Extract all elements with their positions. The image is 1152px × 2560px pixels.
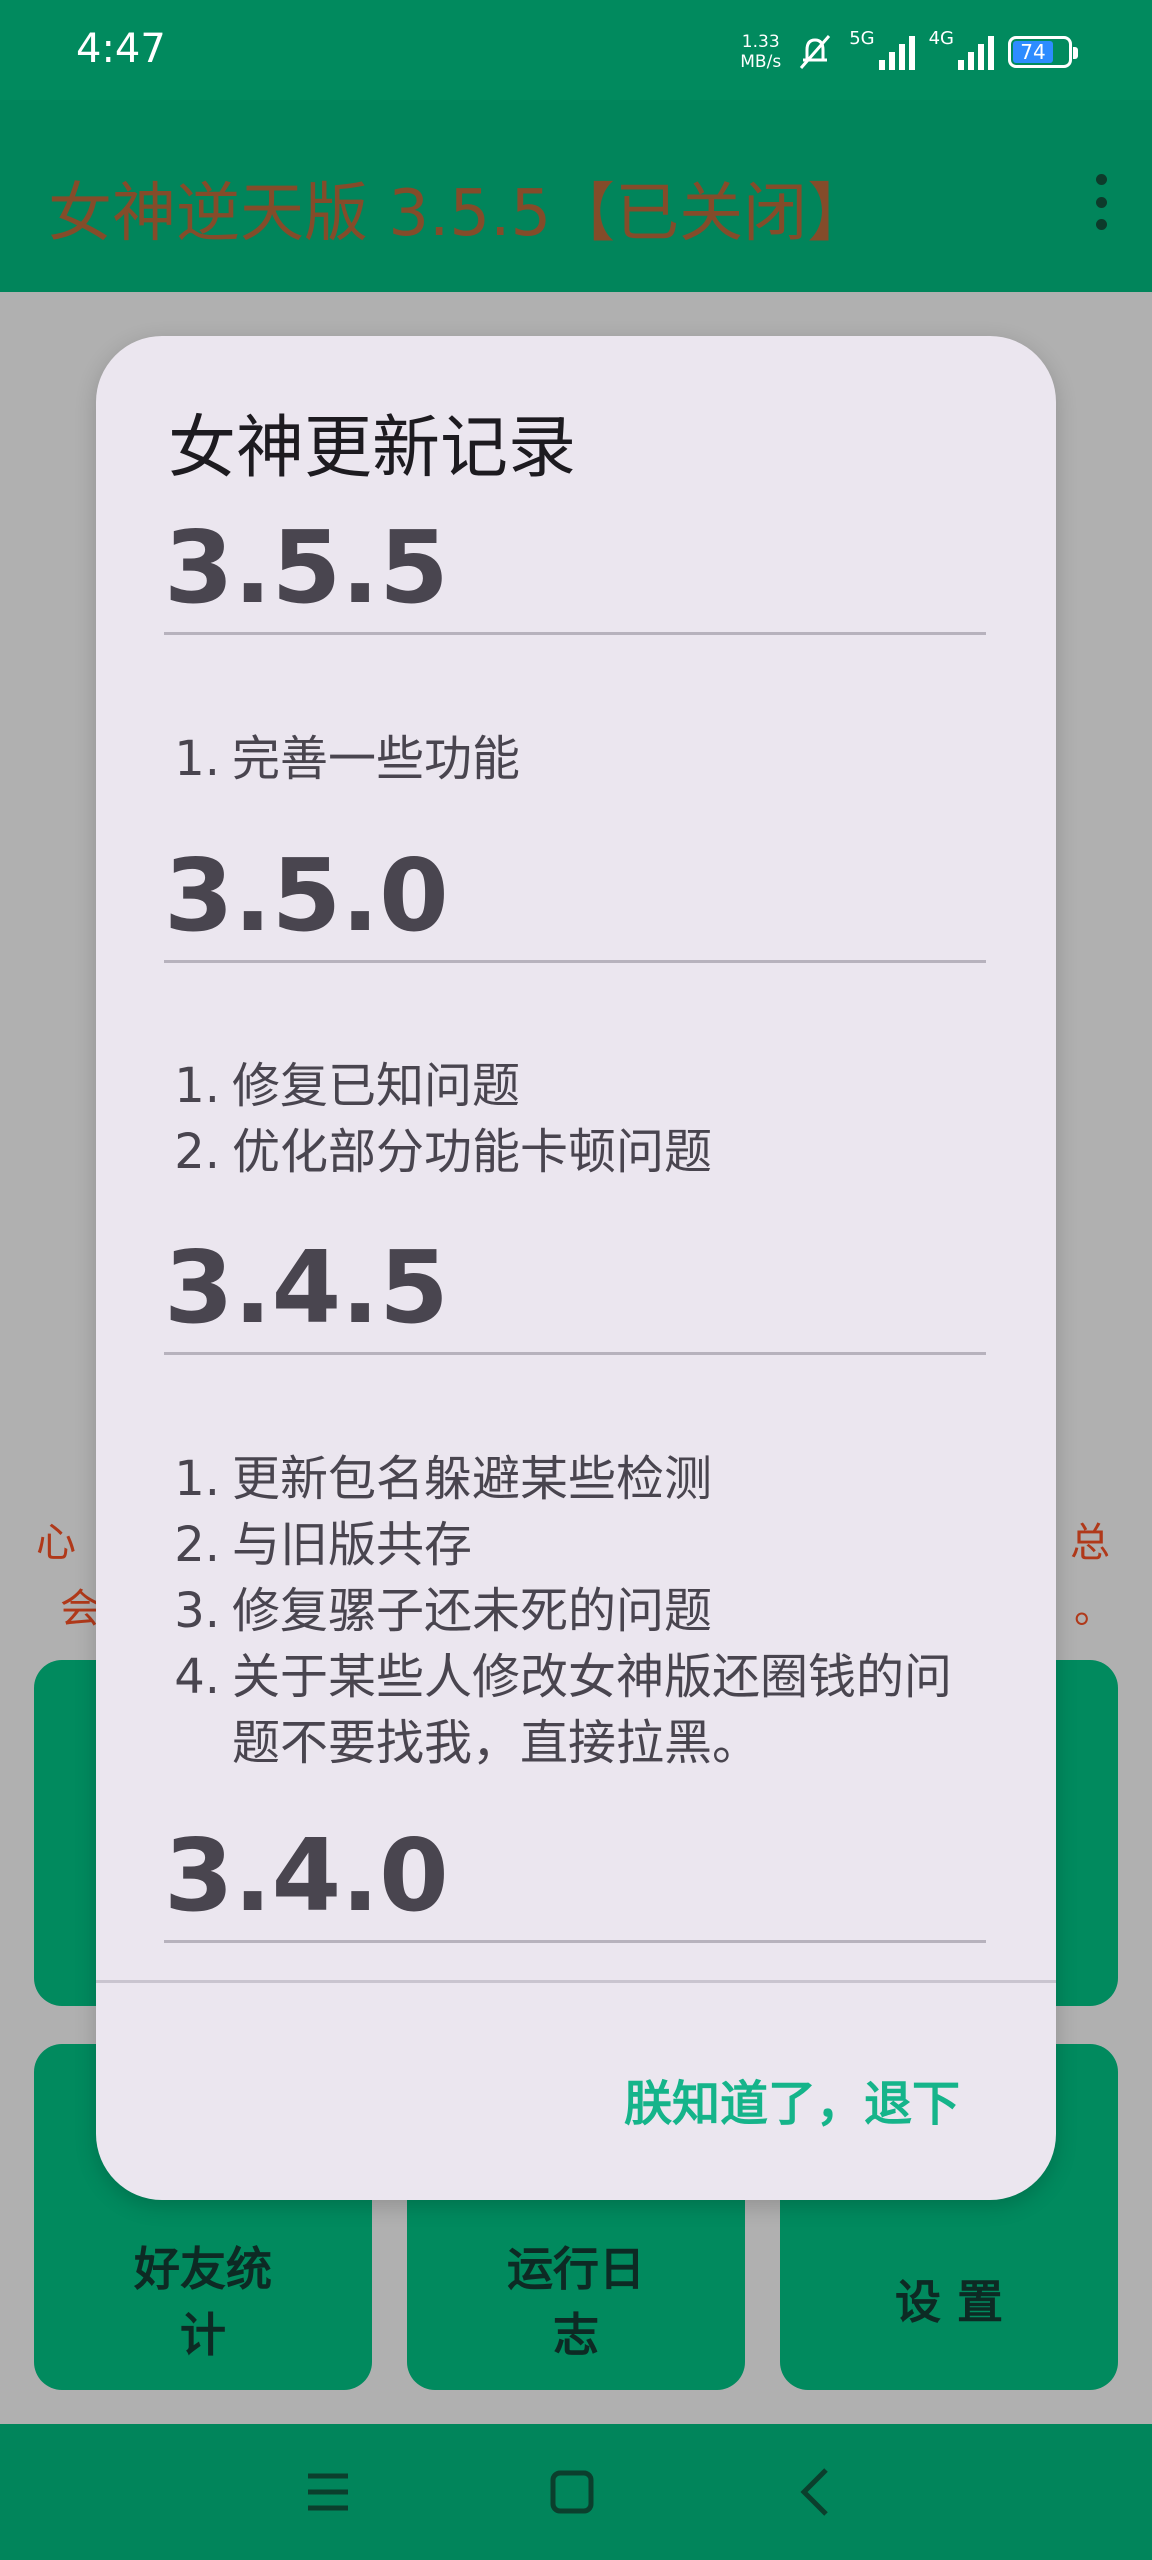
note-item: 1. 完善一些功能: [174, 731, 521, 787]
status-icons: 1.33 MB/s 5G 4G 74: [740, 26, 1078, 78]
version-heading: 3.4.0: [164, 1812, 986, 1943]
nav-bar: [0, 2424, 1152, 2560]
status-bar: 4:47 1.33 MB/s 5G 4G 74: [0, 0, 1152, 100]
menu-icon[interactable]: [296, 2460, 360, 2524]
note-item: 3. 修复骡子还未死的问题: [174, 1583, 713, 1639]
net-type-5g: 5G: [849, 27, 875, 49]
note-item: 1. 修复已知问题: [174, 1058, 521, 1114]
battery-icon: 74: [1008, 36, 1078, 68]
app-title: 女神逆天版 3.5.5【已关闭】: [48, 177, 872, 251]
signal-5g-icon: [878, 34, 915, 70]
version-notes: 1. 修复已知问题 2. 优化部分功能卡顿问题: [168, 1053, 952, 1185]
notice-right: 总 。: [1070, 1520, 1114, 1632]
notice-left: 心 会: [36, 1520, 100, 1632]
version-heading: 3.4.5: [164, 1224, 986, 1355]
mute-bell-icon: [800, 35, 831, 69]
back-icon[interactable]: [784, 2460, 848, 2524]
more-vert-icon[interactable]: [1086, 174, 1116, 230]
signal-4g-icon: [958, 34, 994, 70]
status-time: 4:47: [76, 26, 166, 72]
home-icon[interactable]: [540, 2460, 604, 2524]
dialog-title: 女神更新记录: [168, 409, 577, 488]
net-type-4g: 4G: [928, 27, 954, 49]
version-notes: 1. 完善一些功能: [168, 726, 952, 792]
note-item: 2. 优化部分功能卡顿问题: [174, 1124, 713, 1180]
changelog-dialog: 女神更新记录 3.5.5 1. 完善一些功能 3.5.0 1. 修复已知问题 2. 优…: [96, 336, 1056, 2200]
dialog-scroll-content[interactable]: 3.5.5 1. 完善一些功能 3.5.0 1. 修复已知问题 2. 优化部分功能卡顿…: [96, 504, 1056, 1980]
note-item: 4. 关于某些人修改女神版还圈钱的问题不要找我，直接拉黑。: [174, 1649, 953, 1771]
app-bar: 女神逆天版 3.5.5【已关闭】: [0, 100, 1152, 292]
note-item: 1. 更新包名躲避某些检测: [174, 1451, 713, 1507]
dialog-divider: [96, 1980, 1056, 1983]
version-heading: 3.5.5: [164, 504, 986, 635]
version-heading: 3.5.0: [164, 832, 986, 963]
battery-level: 74: [1013, 40, 1053, 64]
version-notes: 1. 更新包名躲避某些检测 2. 与旧版共存 3. 修复骡子还未死的问题 4. 关于某些…: [168, 1446, 952, 1776]
note-item: 2. 与旧版共存: [174, 1517, 473, 1573]
confirm-button[interactable]: 朕知道了，退下: [624, 2064, 960, 2134]
network-speed: 1.33 MB/s: [740, 32, 782, 72]
